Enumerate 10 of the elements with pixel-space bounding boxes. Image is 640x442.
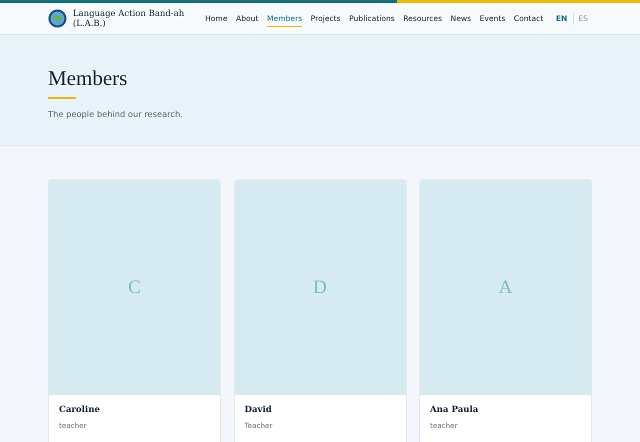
member-initial: D <box>313 276 327 298</box>
page-title: Members <box>48 66 128 91</box>
site-title[interactable]: Language Action Band-ah (L.A.B.) <box>72 8 206 28</box>
member-name: David <box>244 405 273 415</box>
member-name: Caroline <box>59 405 101 415</box>
member-name: Ana Paula <box>430 405 480 415</box>
member-initial: C <box>128 276 141 298</box>
globe-logo-icon[interactable] <box>48 8 67 29</box>
page-subtitle: The people behind our research. <box>48 109 184 119</box>
member-initial: A <box>498 276 512 298</box>
